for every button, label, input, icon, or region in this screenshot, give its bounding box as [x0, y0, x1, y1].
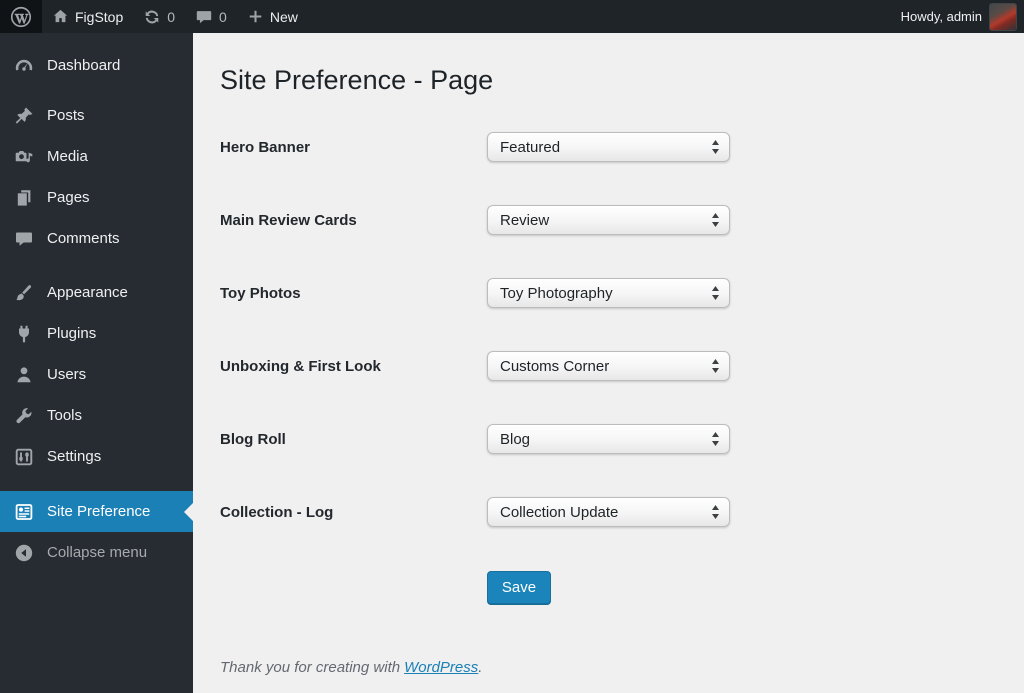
select-stepper-arrows-icon	[711, 285, 720, 301]
sidebar-item-label: Comments	[47, 230, 120, 247]
sliders-icon	[14, 447, 34, 467]
comments-count: 0	[219, 8, 227, 25]
sidebar-item-label: Media	[47, 148, 88, 165]
field-label-collection-log: Collection - Log	[220, 503, 334, 521]
sidebar-item-posts[interactable]: Posts	[0, 95, 193, 136]
form-row-hero-banner: Hero Banner Featured	[220, 132, 1024, 162]
sidebar-item-label: Appearance	[47, 284, 128, 301]
plus-icon	[247, 8, 264, 25]
select-value: Collection Update	[500, 503, 619, 521]
select-hero-banner[interactable]: Featured	[487, 132, 730, 162]
sidebar-menu: Dashboard Posts Media Pages Comments App…	[0, 33, 193, 693]
person-icon	[14, 365, 34, 385]
wordpress-menu[interactable]	[0, 0, 42, 33]
comment-bubble-icon	[14, 229, 34, 249]
sidebar-item-dashboard[interactable]: Dashboard	[0, 45, 193, 86]
select-value: Customs Corner	[500, 357, 610, 375]
form-row-unboxing-first-look: Unboxing & First Look Customs Corner	[220, 351, 1024, 381]
field-label-hero-banner: Hero Banner	[220, 138, 311, 156]
sidebar-item-tools[interactable]: Tools	[0, 395, 193, 436]
save-button[interactable]: Save	[487, 571, 551, 604]
field-label-unboxing-first-look: Unboxing & First Look	[220, 357, 381, 375]
sidebar-item-site-preference[interactable]: Site Preference	[0, 491, 193, 532]
comments-menu[interactable]: 0	[185, 0, 237, 33]
howdy-text[interactable]: Howdy, admin	[901, 9, 982, 24]
field-label-toy-photos: Toy Photos	[220, 284, 301, 302]
sidebar-item-label: Dashboard	[47, 57, 121, 74]
form-row-blog-roll: Blog Roll Blog	[220, 424, 1024, 454]
select-main-review-cards[interactable]: Review	[487, 205, 730, 235]
select-unboxing-first-look[interactable]: Customs Corner	[487, 351, 730, 381]
wordpress-link[interactable]: WordPress	[404, 659, 478, 676]
form-row-main-review-cards: Main Review Cards Review	[220, 205, 1024, 235]
select-collection-log[interactable]: Collection Update	[487, 497, 730, 527]
footer-period: .	[478, 659, 483, 676]
select-value: Blog	[500, 430, 531, 448]
form-row-collection-log: Collection - Log Collection Update	[220, 497, 1024, 527]
page-title: Site Preference - Page	[220, 65, 494, 95]
home-icon	[52, 8, 69, 25]
site-name: FigStop	[75, 8, 124, 25]
select-stepper-arrows-icon	[711, 431, 720, 447]
sidebar-item-label: Site Preference	[47, 503, 151, 520]
new-label: New	[269, 8, 298, 25]
comment-bubble-icon	[195, 8, 213, 26]
footer-thankyou: Thank you for creating with	[220, 659, 401, 676]
sidebar-item-pages[interactable]: Pages	[0, 177, 193, 218]
site-name-menu[interactable]: FigStop	[42, 0, 133, 33]
select-stepper-arrows-icon	[711, 504, 720, 520]
updates-menu[interactable]: 0	[133, 0, 185, 33]
sidebar-item-media[interactable]: Media	[0, 136, 193, 177]
sidebar-item-appearance[interactable]: Appearance	[0, 272, 193, 313]
select-stepper-arrows-icon	[711, 358, 720, 374]
select-value: Review	[500, 211, 550, 229]
sidebar-item-label: Pages	[47, 189, 90, 206]
sidebar-item-label: Collapse menu	[47, 544, 148, 561]
site-preference-icon	[14, 502, 34, 522]
camera-icon	[14, 147, 34, 167]
admin-bar: FigStop 0 0 New Howdy, admin	[0, 0, 1024, 33]
sidebar-item-label: Posts	[47, 107, 85, 124]
wordpress-logo-icon	[10, 6, 32, 28]
select-stepper-arrows-icon	[711, 212, 720, 228]
sidebar-item-label: Tools	[47, 407, 83, 424]
new-menu[interactable]: New	[237, 0, 308, 33]
avatar[interactable]	[990, 3, 1016, 30]
sidebar-item-settings[interactable]: Settings	[0, 436, 193, 477]
admin-bar-right: Howdy, admin	[901, 0, 1024, 33]
sidebar-item-plugins[interactable]: Plugins	[0, 313, 193, 354]
select-toy-photos[interactable]: Toy Photography	[487, 278, 730, 308]
footer-text: Thank you for creating with WordPress.	[220, 659, 1024, 676]
brush-icon	[14, 283, 34, 303]
sidebar-item-label: Plugins	[47, 325, 97, 342]
select-value: Featured	[500, 138, 561, 156]
field-label-main-review-cards: Main Review Cards	[220, 211, 357, 229]
field-label-blog-roll: Blog Roll	[220, 430, 286, 448]
updates-count: 0	[167, 8, 176, 25]
collapse-arrow-icon	[14, 543, 34, 563]
pages-icon	[14, 188, 34, 208]
dashboard-icon	[14, 56, 34, 76]
wrench-icon	[14, 406, 34, 426]
form-row-toy-photos: Toy Photos Toy Photography	[220, 278, 1024, 308]
sidebar-item-comments[interactable]: Comments	[0, 218, 193, 259]
select-blog-roll[interactable]: Blog	[487, 424, 730, 454]
sidebar-item-collapse-menu[interactable]: Collapse menu	[0, 532, 193, 573]
sidebar-item-label: Users	[47, 366, 87, 383]
updates-refresh-icon	[143, 8, 161, 26]
select-stepper-arrows-icon	[711, 139, 720, 155]
preferences-form: Hero Banner Featured Main Review Cards R…	[220, 132, 1024, 527]
pushpin-icon	[14, 106, 34, 126]
sidebar-item-label: Settings	[47, 448, 102, 465]
sidebar-item-users[interactable]: Users	[0, 354, 193, 395]
main-content: Site Preference - Page Hero Banner Featu…	[193, 33, 1024, 693]
select-value: Toy Photography	[500, 284, 613, 302]
plug-icon	[14, 324, 34, 344]
